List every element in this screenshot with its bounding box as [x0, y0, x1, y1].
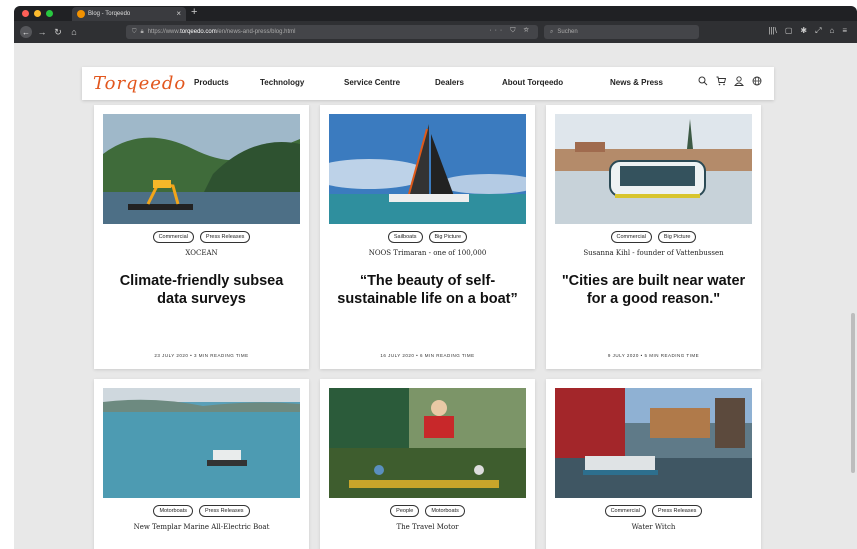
article-subtitle: The Travel Motor: [396, 523, 459, 531]
tag-press-releases[interactable]: Press Releases: [198, 505, 250, 517]
url-path: /en/news-and-press/blog.html: [216, 29, 296, 35]
article-card[interactable]: Motorboats Press Releases New Templar Ma…: [94, 379, 309, 549]
new-tab-icon[interactable]: +: [191, 6, 197, 18]
toolbar-buttons: |||\ ▢ ✱ ⤢ ⌂ ≡: [768, 26, 847, 36]
tag-list: Commercial Press Releases: [94, 231, 309, 243]
tag-people[interactable]: People: [390, 505, 420, 517]
title-bar: Blog - Torqeedo × +: [14, 6, 857, 21]
back-icon[interactable]: ←: [20, 26, 32, 38]
extension-icon[interactable]: ✱: [800, 26, 807, 36]
window-controls: [22, 10, 53, 17]
tag-commercial[interactable]: Commercial: [152, 231, 194, 243]
menu-icon[interactable]: ≡: [842, 26, 847, 36]
article-image: [555, 114, 752, 224]
nav-about-torqeedo[interactable]: About Torqeedo: [502, 78, 563, 87]
nav-dealers[interactable]: Dealers: [435, 78, 464, 87]
maximize-window-button[interactable]: [46, 10, 53, 17]
torqeedo-logo[interactable]: Torqeedo: [93, 73, 186, 94]
tag-press-releases[interactable]: Press Releases: [651, 505, 703, 517]
tab-title: Blog - Torqeedo: [88, 11, 131, 17]
browser-window: Blog - Torqeedo × + ← → ↻ ⌂ ⛉ 🔒︎ https:/…: [14, 6, 857, 549]
tag-commercial[interactable]: Commercial: [610, 231, 652, 243]
address-bar[interactable]: ⛉ 🔒︎ https://www. torqeedo.com/en/news-an…: [126, 25, 538, 39]
article-image: [329, 114, 526, 224]
article-image: [555, 388, 752, 498]
url-domain: torqeedo.com: [180, 29, 217, 35]
tag-list: Commercial Press Releases: [546, 505, 761, 517]
article-subtitle: New Templar Marine All-Electric Boat: [133, 523, 270, 531]
tag-sailboats[interactable]: Sailboats: [387, 231, 423, 243]
tools-icon[interactable]: ⤢: [815, 26, 821, 36]
tag-list: Sailboats Big Picture: [320, 231, 535, 243]
article-image: [329, 388, 526, 498]
article-card[interactable]: Commercial Press Releases Water Witch: [546, 379, 761, 549]
lock-icon: 🔒︎: [140, 28, 144, 35]
close-window-button[interactable]: [22, 10, 29, 17]
article-subtitle: NOOS Trimaran - one of 100,000: [368, 249, 487, 257]
page-scrollbar[interactable]: [851, 313, 855, 473]
article-card[interactable]: Commercial Press Releases XOCEAN Climate…: [94, 105, 309, 369]
favicon-icon: [77, 10, 85, 18]
tag-motorboats[interactable]: Motorboats: [153, 505, 193, 517]
library-icon[interactable]: |||\: [768, 26, 776, 36]
site-header: Torqeedo Products Technology Service Cen…: [82, 67, 774, 100]
tag-list: Motorboats Press Releases: [94, 505, 309, 517]
search-placeholder: Suchen: [557, 29, 578, 35]
article-subtitle: Water Witch: [631, 523, 676, 531]
nav-news-press[interactable]: News & Press: [610, 78, 663, 87]
nav-service-centre[interactable]: Service Centre: [344, 78, 400, 87]
home-icon[interactable]: ⌂: [68, 27, 80, 37]
tag-list: Commercial Big Picture: [546, 231, 761, 243]
nav-products[interactable]: Products: [194, 78, 229, 87]
tag-big-picture[interactable]: Big Picture: [657, 231, 697, 243]
article-card[interactable]: Commercial Big Picture Susanna Kihl - fo…: [546, 105, 761, 369]
sidebar-icon[interactable]: ▢: [785, 26, 793, 36]
globe-icon[interactable]: [752, 76, 762, 86]
article-image: [103, 388, 300, 498]
search-icon: ⌕: [550, 28, 554, 35]
url-prefix: https://www.: [147, 29, 181, 35]
tag-motorboats[interactable]: Motorboats: [425, 505, 465, 517]
close-tab-icon[interactable]: ×: [176, 9, 181, 18]
browser-tab[interactable]: Blog - Torqeedo ×: [72, 7, 186, 21]
search-input[interactable]: ⌕ Suchen: [544, 25, 699, 39]
article-title[interactable]: Climate-friendly subsea data surveys: [104, 272, 299, 308]
tag-big-picture[interactable]: Big Picture: [428, 231, 468, 243]
cart-icon[interactable]: [716, 76, 726, 86]
article-meta: 16 JULY 2020 • 6 MIN READING TIME: [380, 353, 475, 358]
forward-icon[interactable]: →: [36, 27, 48, 37]
article-title[interactable]: "Cities are built near water for a good …: [556, 272, 751, 308]
tag-press-releases[interactable]: Press Releases: [199, 231, 251, 243]
search-icon[interactable]: [698, 76, 708, 86]
article-image: [103, 114, 300, 224]
browser-toolbar: ← → ↻ ⌂ ⛉ 🔒︎ https://www. torqeedo.com/en…: [14, 21, 857, 43]
article-meta: 23 JULY 2020 • 3 MIN READING TIME: [154, 353, 249, 358]
nav-technology[interactable]: Technology: [260, 78, 304, 87]
article-title[interactable]: “The beauty of self-sustainable life on …: [330, 272, 525, 308]
profile-icon[interactable]: ⌂: [829, 26, 834, 36]
article-card[interactable]: Sailboats Big Picture NOOS Trimaran - on…: [320, 105, 535, 369]
tag-list: People Motorboats: [320, 505, 535, 517]
article-subtitle: Susanna Kihl - founder of Vattenbussen: [583, 249, 724, 257]
article-card[interactable]: People Motorboats The Travel Motor: [320, 379, 535, 549]
web-page: Torqeedo Products Technology Service Cen…: [14, 43, 857, 549]
reload-icon[interactable]: ↻: [52, 27, 64, 38]
minimize-window-button[interactable]: [34, 10, 41, 17]
user-icon[interactable]: [734, 76, 744, 86]
page-actions-icon[interactable]: ··· ⛉ ☆: [489, 27, 532, 35]
tag-commercial[interactable]: Commercial: [604, 505, 646, 517]
article-subtitle: XOCEAN: [185, 249, 218, 257]
article-meta: 9 JULY 2020 • 5 MIN READING TIME: [607, 353, 700, 358]
shield-icon: ⛉: [132, 28, 137, 35]
